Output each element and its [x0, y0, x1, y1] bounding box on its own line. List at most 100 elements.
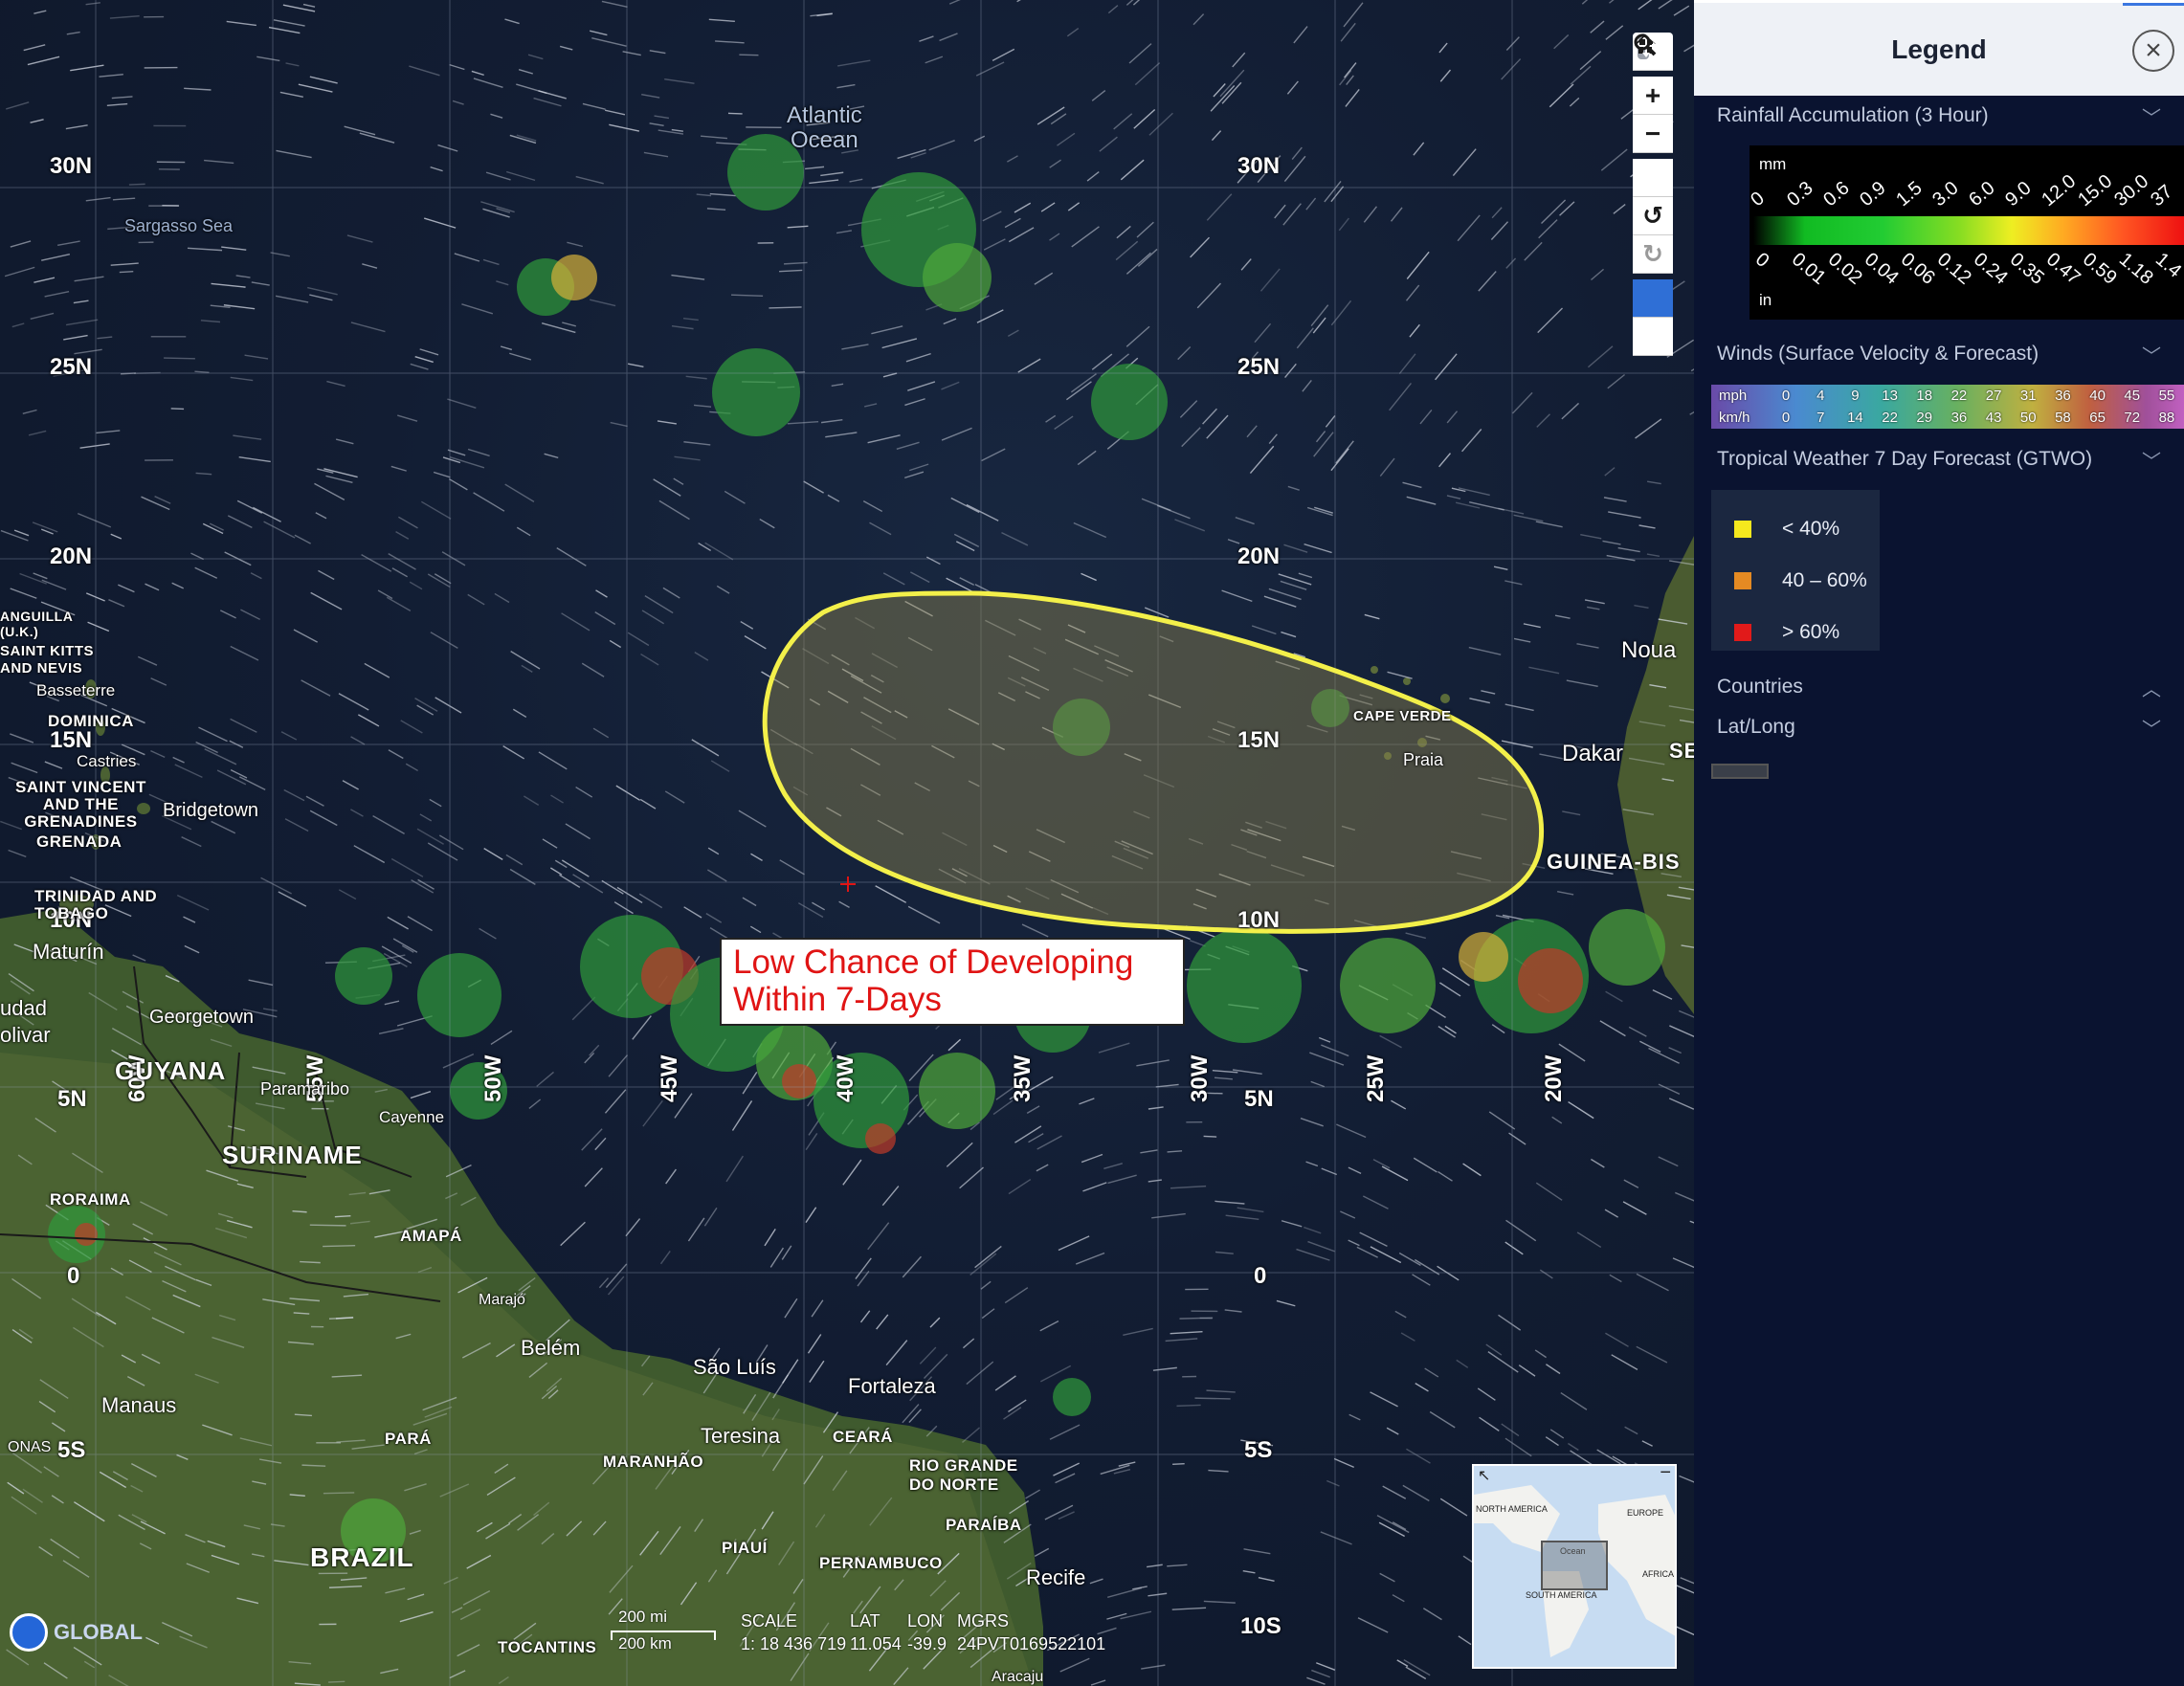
wind-streak: [1668, 1047, 1682, 1054]
wind-streak: [941, 427, 972, 441]
wind-streak: [1320, 1531, 1352, 1545]
wind-streak: [1106, 1586, 1143, 1598]
wind-streak: [1202, 408, 1217, 425]
wind-streak: [10, 733, 34, 743]
wind-streak: [966, 503, 999, 521]
wind-streak: [323, 468, 358, 478]
wind-streak: [1379, 457, 1395, 477]
wind-streak: [1609, 1274, 1622, 1283]
wind-streak: [1004, 217, 1021, 229]
wind-streak: [87, 621, 110, 632]
zoom-in-icon[interactable]: +: [1633, 77, 1673, 115]
rotate-right-icon[interactable]: ↻: [1633, 235, 1673, 274]
gtwo-label: > 60%: [1782, 621, 1840, 643]
wind-streak: [685, 375, 707, 380]
wind-streak: [13, 529, 30, 537]
zoom-out-icon[interactable]: −: [1633, 115, 1673, 153]
chevron-down-icon[interactable]: ﹀: [2142, 446, 2161, 474]
wind-streak: [483, 848, 503, 860]
wind-streak: [128, 183, 145, 186]
ocean-label: Atlantic Ocean: [787, 102, 862, 153]
wind-streak: [1605, 990, 1623, 1003]
chevron-down-icon[interactable]: ﹀: [2142, 341, 2161, 368]
map-canvas[interactable]: Atlantic Ocean Sargasso Sea 30N 25N 20N 1…: [0, 0, 1694, 1686]
legend-section-winds[interactable]: Winds (Surface Velocity & Forecast) ﹀: [1694, 335, 2184, 373]
wind-streak: [137, 655, 158, 666]
home-icon[interactable]: [1633, 34, 1673, 197]
wind-streak: [230, 376, 254, 382]
collapse-icon[interactable]: −: [1660, 1466, 1671, 1484]
wind-streak: [1125, 325, 1150, 347]
pan-icon[interactable]: [1633, 34, 1673, 318]
wind-streak: [276, 149, 312, 159]
overview-extent-box[interactable]: Ocean: [1541, 1541, 1608, 1590]
legend-section-gtwo[interactable]: Tropical Weather 7 Day Forecast (GTWO) ﹀: [1694, 440, 2184, 478]
wind-streak: [1310, 304, 1329, 326]
wind-streak: [632, 1015, 652, 1040]
lon-label: 20W: [1541, 1054, 1567, 1102]
wind-streak: [1170, 1185, 1207, 1189]
wind-streak: [1446, 495, 1461, 499]
rain-cell: [1187, 928, 1302, 1043]
map-center-crosshair: [840, 876, 856, 892]
wind-streak: [209, 522, 224, 531]
close-icon[interactable]: ×: [2132, 30, 2174, 72]
wind-streak: [338, 889, 357, 900]
wind-kmh-value: 50: [2019, 410, 2037, 426]
wind-streak: [70, 64, 104, 72]
wind-streak: [1177, 345, 1192, 361]
wind-streak: [1359, 1231, 1388, 1248]
wind-streak: [195, 472, 212, 476]
wind-streak: [581, 662, 605, 677]
chevron-down-icon[interactable]: ﹀: [2142, 714, 2161, 742]
wind-streak: [1613, 204, 1626, 214]
wind-streak: [1007, 155, 1018, 163]
rain-in-tick: 0.35: [2005, 249, 2048, 289]
wind-streak: [1192, 13, 1205, 26]
wind-streak: [284, 818, 309, 832]
wind-streak: [724, 490, 746, 504]
legend-section-latlong[interactable]: Lat/Long ﹀: [1694, 708, 2184, 746]
chevron-up-icon[interactable]: ︿: [2142, 674, 2161, 701]
sargasso-sea-label: Sargasso Sea: [124, 216, 234, 235]
wind-streak: [176, 894, 210, 911]
wind-streak: [236, 499, 263, 514]
wind-streak: [1152, 1366, 1177, 1371]
wind-streak: [359, 132, 395, 144]
wind-streak: [1379, 1034, 1402, 1049]
legend-section-countries[interactable]: Countries ︿: [1694, 668, 2184, 706]
wind-streak: [270, 252, 290, 257]
wind-streak: [640, 653, 659, 666]
wind-streak: [805, 1133, 818, 1151]
overview-map[interactable]: NORTH AMERICA EUROPE AFRICA SOUTH AMERIC…: [1472, 1464, 1677, 1669]
expand-icon[interactable]: ↖: [1478, 1466, 1490, 1485]
wind-streak: [1304, 543, 1332, 554]
place-label: Maturín: [33, 940, 104, 964]
rotate-left-icon[interactable]: ↺: [1633, 197, 1673, 235]
country-label: SURINAME: [222, 1141, 363, 1169]
wind-streak: [807, 1334, 822, 1354]
wind-streak: [575, 786, 593, 798]
wind-streak: [1636, 1273, 1669, 1292]
wind-streak: [855, 1257, 872, 1280]
wind-streak: [1541, 199, 1567, 225]
wind-streak: [628, 363, 644, 368]
wind-streak: [1623, 1179, 1639, 1188]
wind-streak: [326, 380, 345, 388]
wind-streak: [1225, 1214, 1259, 1220]
wind-streak: [608, 1054, 629, 1077]
map-toolbar: + − ↺ ↻: [1633, 33, 1673, 356]
section-title: Winds (Surface Velocity & Forecast): [1717, 343, 2039, 365]
wind-streak: [1293, 26, 1308, 44]
wind-streak: [1537, 307, 1564, 334]
wind-streak: [710, 760, 730, 772]
wind-streak: [302, 3, 316, 8]
wind-streak: [1194, 1397, 1231, 1400]
zoom-box-icon[interactable]: [1633, 33, 1673, 356]
wind-streak: [1422, 1608, 1442, 1621]
legend-section-rainfall[interactable]: Rainfall Accumulation (3 Hour) ﹀: [1694, 96, 2184, 136]
chevron-down-icon[interactable]: ﹀: [2142, 102, 2161, 130]
rain-in-tick: 1.18: [2114, 249, 2157, 289]
wind-streak: [533, 97, 562, 107]
wind-streak: [962, 1338, 975, 1349]
